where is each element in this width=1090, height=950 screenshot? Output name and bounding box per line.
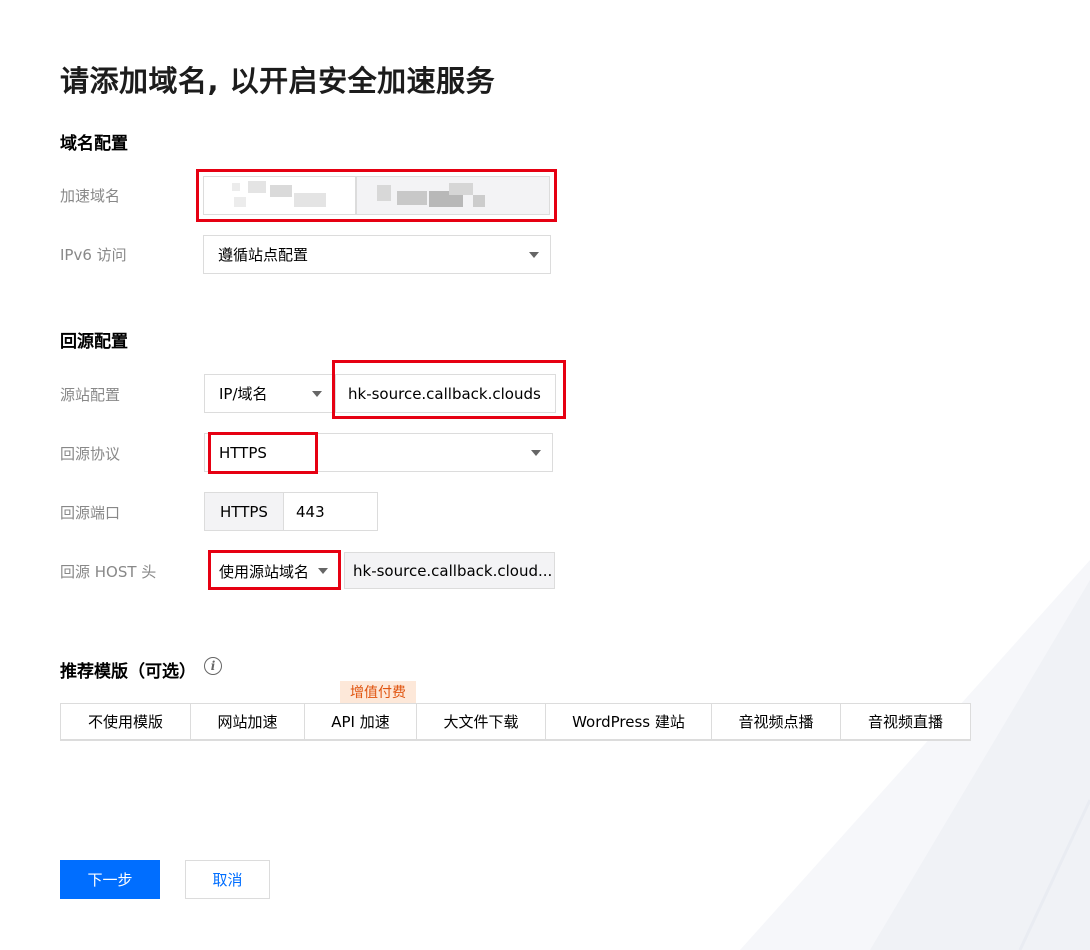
ipv6-select-value: 遵循站点配置 <box>218 246 309 264</box>
host-header-value: hk-source.callback.cloud... <box>353 561 553 580</box>
chevron-down-icon <box>529 252 539 258</box>
label-accelerate-domain: 加速域名 <box>60 187 121 205</box>
port-value: 443 <box>296 502 325 521</box>
template-option-large-file[interactable]: 大文件下载 <box>417 704 546 739</box>
port-protocol-prefix: HTTPS <box>204 492 284 531</box>
label-host-header: 回源 HOST 头 <box>60 563 157 581</box>
section-title-domain: 域名配置 <box>60 134 128 154</box>
template-option-website[interactable]: 网站加速 <box>191 704 305 739</box>
cancel-button[interactable]: 取消 <box>185 860 270 899</box>
origin-address-input[interactable]: hk-source.callback.clouds <box>335 374 556 413</box>
next-button[interactable]: 下一步 <box>60 860 160 899</box>
chevron-down-icon <box>312 391 322 397</box>
section-title-origin: 回源配置 <box>60 332 128 352</box>
paid-badge: 增值付费 <box>340 681 416 703</box>
template-option-wordpress[interactable]: WordPress 建站 <box>546 704 712 739</box>
origin-address-value: hk-source.callback.clouds <box>348 384 541 403</box>
highlight-protocol <box>208 432 318 474</box>
section-title-templates: 推荐模版（可选） <box>60 662 196 682</box>
template-option-vod[interactable]: 音视频点播 <box>712 704 841 739</box>
label-origin-site: 源站配置 <box>60 386 121 404</box>
label-port: 回源端口 <box>60 504 121 522</box>
page-title: 请添加域名, 以开启安全加速服务 <box>60 64 496 98</box>
label-ipv6: IPv6 访问 <box>60 246 127 264</box>
host-header-field: hk-source.callback.cloud... <box>344 552 555 589</box>
domain-input[interactable] <box>203 176 356 215</box>
chevron-down-icon <box>531 450 541 456</box>
info-circle-icon[interactable]: i <box>204 657 222 675</box>
template-option-none[interactable]: 不使用模版 <box>61 704 191 739</box>
origin-type-value: IP/域名 <box>219 385 268 403</box>
template-option-api[interactable]: API 加速 <box>305 704 417 739</box>
template-option-live[interactable]: 音视频直播 <box>841 704 970 739</box>
template-options: 不使用模版 网站加速 API 加速 大文件下载 WordPress 建站 音视频… <box>60 703 971 741</box>
highlight-host-mode <box>208 550 341 590</box>
port-input[interactable]: 443 <box>283 492 378 531</box>
background-decoration <box>740 560 1090 950</box>
label-protocol: 回源协议 <box>60 445 121 463</box>
domain-suffix-select[interactable] <box>356 176 550 215</box>
port-prefix-text: HTTPS <box>220 502 268 521</box>
ipv6-select[interactable]: 遵循站点配置 <box>203 235 551 274</box>
